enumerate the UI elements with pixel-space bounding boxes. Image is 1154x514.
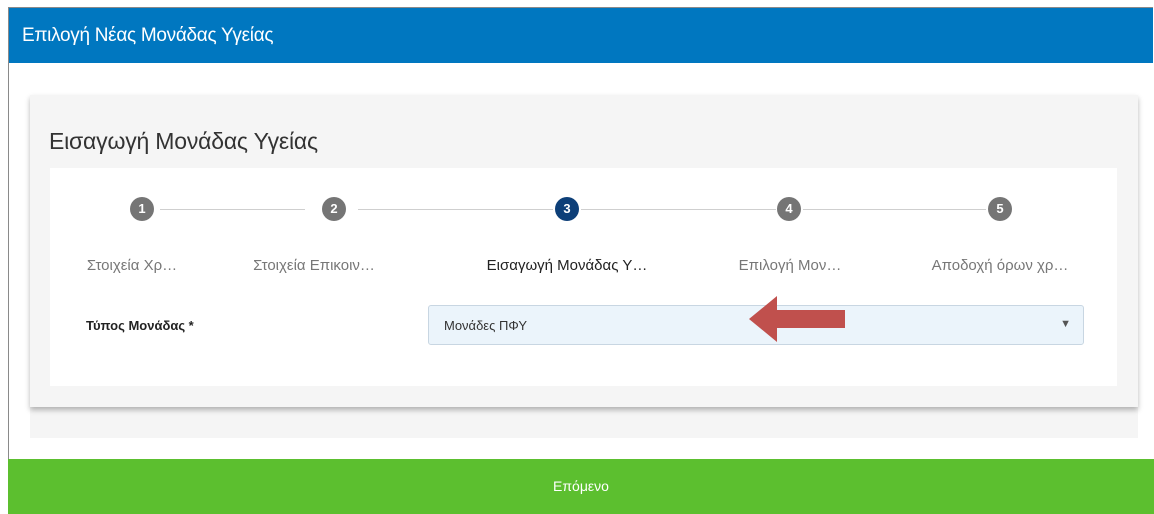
form-card: Εισαγωγή Μονάδας Υγείας 1 2 3 4 5 Στοιχε…: [30, 95, 1138, 407]
step-connector: [581, 209, 776, 210]
card-title: Εισαγωγή Μονάδας Υγείας: [49, 128, 318, 154]
step-5-circle[interactable]: 5: [988, 197, 1012, 221]
chevron-down-icon: ▼: [1060, 318, 1071, 330]
dialog-title: Επιλογή Νέας Μονάδας Υγείας: [9, 8, 1153, 63]
step-connector: [358, 209, 553, 210]
step-1-circle[interactable]: 1: [130, 197, 154, 221]
next-button[interactable]: Επόμενο: [8, 459, 1154, 514]
dialog-window: Επιλογή Νέας Μονάδας Υγείας Εισαγωγή Μον…: [8, 7, 1153, 514]
step-3-circle[interactable]: 3: [555, 197, 579, 221]
step-connector: [803, 209, 986, 210]
card-body: 1 2 3 4 5 Στοιχεία Χρ… Στοιχεία Επικοιν……: [50, 168, 1117, 386]
step-2-label: Στοιχεία Επικοιν…: [253, 257, 375, 274]
arrow-left-icon: [749, 296, 845, 342]
step-3-label: Εισαγωγή Μονάδας Υ…: [486, 257, 648, 274]
step-5-label: Αποδοχή όρων χρ…: [931, 257, 1069, 274]
step-1-label: Στοιχεία Χρ…: [86, 257, 178, 274]
step-4-label: Επιλογή Μον…: [738, 257, 842, 274]
step-2-circle[interactable]: 2: [322, 197, 346, 221]
step-4-circle[interactable]: 4: [777, 197, 801, 221]
unit-type-value: Μονάδες ΠΦΥ: [444, 318, 527, 333]
step-connector: [160, 209, 305, 210]
unit-type-label: Τύπος Μονάδας *: [86, 318, 194, 333]
